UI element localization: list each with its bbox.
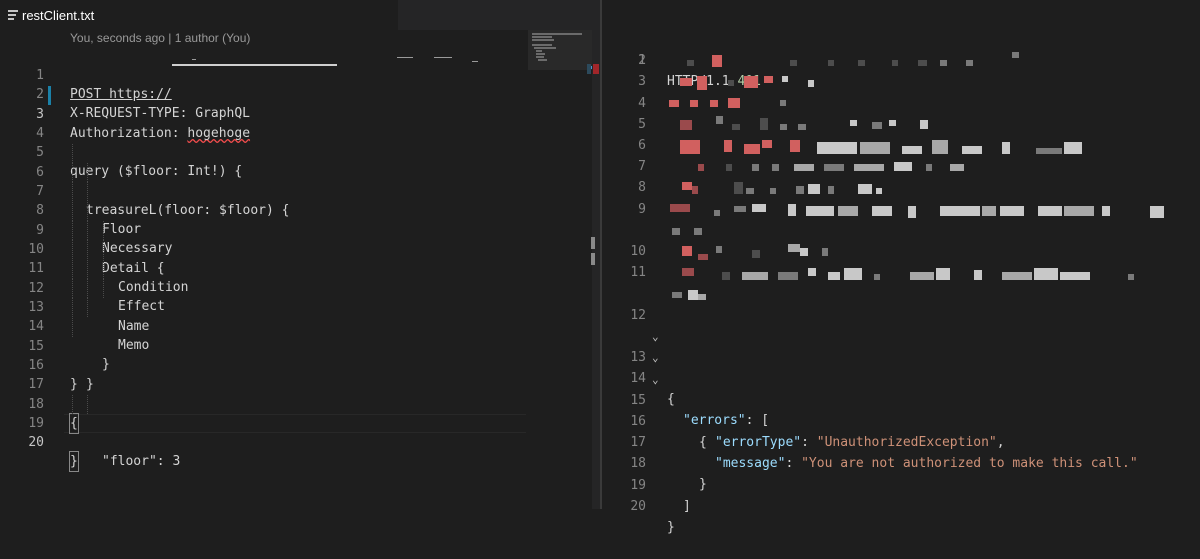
code-line[interactable]: 19 "floor": 3 [0,395,530,469]
editor-tab-strip: restClient.txt [0,0,600,30]
line-number: 8 [638,180,646,195]
json-array-close: ] [683,499,691,514]
line-number: 4 [638,96,646,111]
code-line[interactable]: 18 } [602,432,1200,492]
variables-entry[interactable]: "floor": 3 [102,452,180,471]
resize-handle[interactable] [591,237,595,267]
code-line[interactable]: 10 Condition [0,221,530,295]
code-line[interactable]: 12 [602,305,1200,326]
code-line[interactable]: 6 treasureL(floor: $floor) { [0,144,530,218]
json-close-brace: } [667,520,675,535]
code-line[interactable]: 14 ⌄ "errors": [ [602,347,1200,428]
line-number: 20 [630,499,646,514]
code-line[interactable]: 1 HTTP/1.1 401 [602,29,1200,89]
code-line[interactable]: 15 } [0,318,530,392]
line-number: 11 [630,265,646,280]
code-line[interactable]: 16 } [0,337,530,392]
fold-chevron-icon[interactable]: ⌄ [652,326,664,347]
line-number: 3 [638,74,646,89]
line-number: 20 [28,435,44,450]
code-line[interactable]: 3 Authorization: hogehoge [0,86,530,141]
code-line[interactable]: 20 } [602,475,1200,535]
vertical-scrollbar[interactable] [592,30,600,509]
line-number: 6 [638,138,646,153]
code-line[interactable]: 12 Name [0,260,530,334]
fold-chevron-icon[interactable]: ⌄ [652,369,664,390]
code-line[interactable]: 18 { [0,376,530,434]
scrollbar-overview-mark [587,64,591,74]
line-number: 5 [638,117,646,132]
code-line[interactable]: 20 } [0,414,530,472]
tab-filename: restClient.txt [22,8,95,23]
line-number: 12 [630,308,646,323]
code-line[interactable]: 19 ] [602,454,1200,514]
redacted-url [172,57,512,66]
line-number: 2 [638,53,646,68]
code-line[interactable]: 14 } [0,298,530,372]
line-number: 9 [638,202,646,217]
code-line[interactable]: 13 Memo [0,279,530,353]
code-line[interactable]: 9 [602,199,1200,220]
code-line[interactable]: 13 ⌄ { [602,326,1200,407]
minimap[interactable] [528,30,600,509]
code-line[interactable]: 16 "errorType": "UnauthorizedException", [602,390,1200,450]
code-line[interactable]: 8 Necessary [0,182,530,256]
code-line[interactable]: 5 query ($floor: Int!) { [0,124,530,179]
tab-restclient[interactable]: restClient.txt [0,0,398,30]
line-number: 7 [638,159,646,174]
response-pane[interactable]: 1 HTTP/1.1 401 2 3 4 5 6 7 8 9 10 11 [602,0,1200,535]
code-line[interactable]: 17 [0,356,530,392]
code-line[interactable]: 15 ⌄ { [602,369,1200,450]
code-line[interactable]: 11 Effect [0,240,530,314]
code-line[interactable]: 4 [0,105,530,141]
request-editor-pane[interactable]: restClient.txt You, seconds ago | 1 auth… [0,0,600,509]
scrollbar-error-mark [593,64,599,74]
code-line[interactable]: 7 Floor [0,163,530,237]
git-blame-hint[interactable]: You, seconds ago | 1 author (You) [70,31,250,45]
code-line[interactable]: 9 Detail { [0,202,530,276]
variables-close-brace[interactable]: } [69,451,79,472]
fold-chevron-icon[interactable]: ⌄ [652,347,664,368]
code-line[interactable]: 2 X-REQUEST-TYPE: GraphQL [0,66,530,121]
code-line[interactable]: 17 "message": "You are not authorized to… [602,411,1200,471]
file-lines-icon [8,10,18,20]
line-number: 10 [630,244,646,259]
